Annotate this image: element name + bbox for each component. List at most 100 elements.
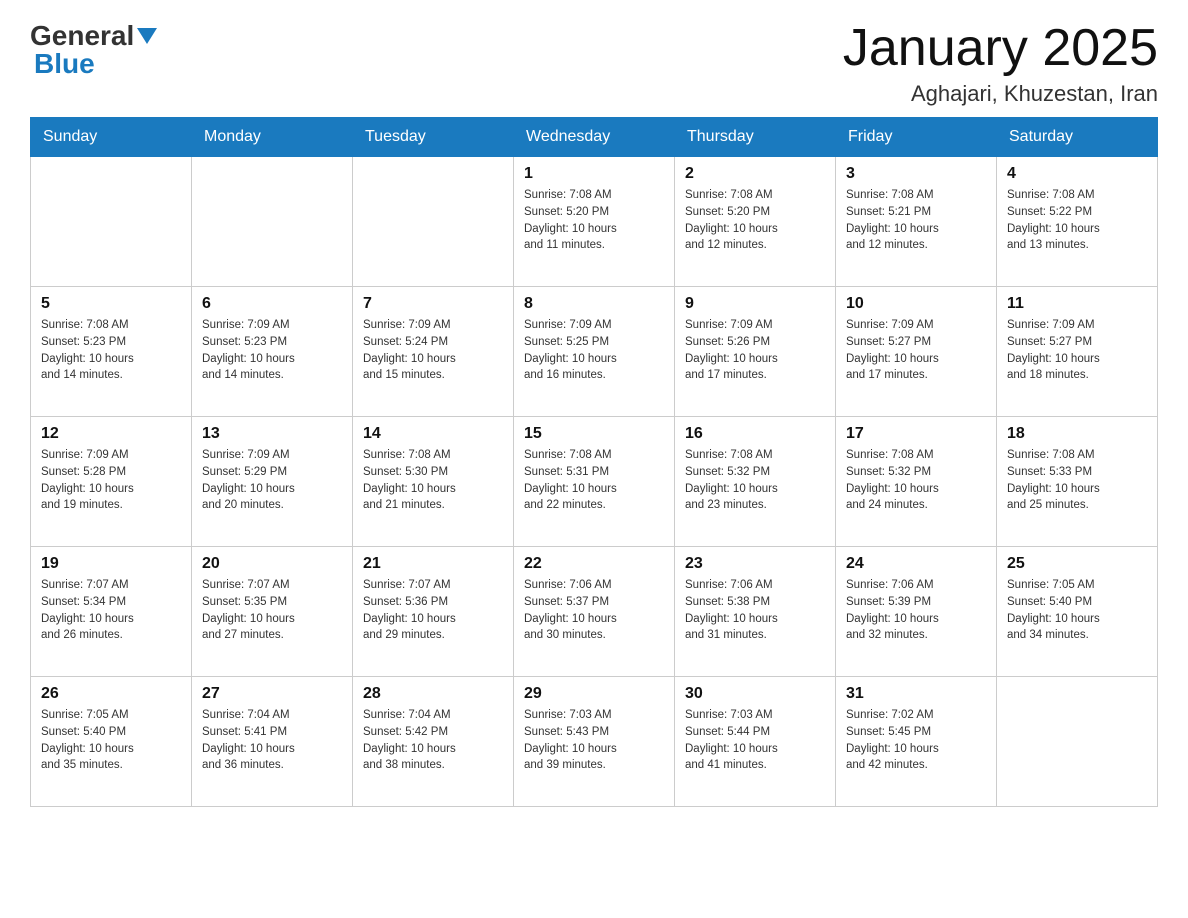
calendar-cell: 1 Sunrise: 7:08 AM Sunset: 5:20 PM Daylig… xyxy=(514,157,675,287)
calendar-cell xyxy=(353,157,514,287)
day-number: 19 xyxy=(41,555,181,573)
day-number: 14 xyxy=(363,425,503,443)
day-number: 13 xyxy=(202,425,342,443)
week-row-4: 19 Sunrise: 7:07 AM Sunset: 5:34 PM Dayli… xyxy=(31,547,1158,677)
logo: General Blue xyxy=(30,20,160,80)
calendar-cell: 11 Sunrise: 7:09 AM Sunset: 5:27 PM Dayli… xyxy=(997,287,1158,417)
day-info: Sunrise: 7:06 AM Sunset: 5:39 PM Dayligh… xyxy=(846,577,986,644)
day-info: Sunrise: 7:04 AM Sunset: 5:42 PM Dayligh… xyxy=(363,707,503,774)
calendar-cell: 6 Sunrise: 7:09 AM Sunset: 5:23 PM Daylig… xyxy=(192,287,353,417)
month-title: January 2025 xyxy=(843,20,1158,77)
title-block: January 2025 Aghajari, Khuzestan, Iran xyxy=(843,20,1158,107)
calendar-cell xyxy=(31,157,192,287)
day-number: 21 xyxy=(363,555,503,573)
calendar-cell: 25 Sunrise: 7:05 AM Sunset: 5:40 PM Dayli… xyxy=(997,547,1158,677)
day-info: Sunrise: 7:09 AM Sunset: 5:23 PM Dayligh… xyxy=(202,317,342,384)
day-number: 18 xyxy=(1007,425,1147,443)
day-info: Sunrise: 7:08 AM Sunset: 5:20 PM Dayligh… xyxy=(524,187,664,254)
day-info: Sunrise: 7:08 AM Sunset: 5:32 PM Dayligh… xyxy=(846,447,986,514)
calendar-cell: 24Sunrise: 7:06 AM Sunset: 5:39 PM Dayli… xyxy=(836,547,997,677)
calendar-cell: 22Sunrise: 7:06 AM Sunset: 5:37 PM Dayli… xyxy=(514,547,675,677)
logo-blue-text: Blue xyxy=(34,48,95,79)
page-header: General Blue January 2025 Aghajari, Khuz… xyxy=(30,20,1158,107)
day-number: 15 xyxy=(524,425,664,443)
day-number: 4 xyxy=(1007,165,1147,183)
calendar-cell: 15 Sunrise: 7:08 AM Sunset: 5:31 PM Dayli… xyxy=(514,417,675,547)
day-number: 7 xyxy=(363,295,503,313)
day-number: 5 xyxy=(41,295,181,313)
day-number: 11 xyxy=(1007,295,1147,313)
day-info: Sunrise: 7:05 AM Sunset: 5:40 PM Dayligh… xyxy=(1007,577,1147,644)
day-info: Sunrise: 7:08 AM Sunset: 5:33 PM Dayligh… xyxy=(1007,447,1147,514)
calendar-cell: 18 Sunrise: 7:08 AM Sunset: 5:33 PM Dayli… xyxy=(997,417,1158,547)
day-number: 2 xyxy=(685,165,825,183)
header-wednesday: Wednesday xyxy=(514,118,675,157)
day-number: 31 xyxy=(846,685,986,703)
calendar-cell: 31 Sunrise: 7:02 AM Sunset: 5:45 PM Dayli… xyxy=(836,677,997,807)
week-row-3: 12Sunrise: 7:09 AM Sunset: 5:28 PM Dayli… xyxy=(31,417,1158,547)
calendar-header: SundayMondayTuesdayWednesdayThursdayFrid… xyxy=(31,118,1158,157)
calendar-cell: 12Sunrise: 7:09 AM Sunset: 5:28 PM Dayli… xyxy=(31,417,192,547)
week-row-1: 1 Sunrise: 7:08 AM Sunset: 5:20 PM Daylig… xyxy=(31,157,1158,287)
day-info: Sunrise: 7:08 AM Sunset: 5:30 PM Dayligh… xyxy=(363,447,503,514)
day-number: 20 xyxy=(202,555,342,573)
day-info: Sunrise: 7:07 AM Sunset: 5:34 PM Dayligh… xyxy=(41,577,181,644)
calendar-cell: 3Sunrise: 7:08 AM Sunset: 5:21 PM Daylig… xyxy=(836,157,997,287)
day-number: 6 xyxy=(202,295,342,313)
day-info: Sunrise: 7:04 AM Sunset: 5:41 PM Dayligh… xyxy=(202,707,342,774)
day-info: Sunrise: 7:09 AM Sunset: 5:29 PM Dayligh… xyxy=(202,447,342,514)
calendar-cell: 21 Sunrise: 7:07 AM Sunset: 5:36 PM Dayli… xyxy=(353,547,514,677)
header-saturday: Saturday xyxy=(997,118,1158,157)
day-number: 23 xyxy=(685,555,825,573)
calendar-cell xyxy=(192,157,353,287)
day-number: 12 xyxy=(41,425,181,443)
day-info: Sunrise: 7:07 AM Sunset: 5:36 PM Dayligh… xyxy=(363,577,503,644)
day-info: Sunrise: 7:06 AM Sunset: 5:38 PM Dayligh… xyxy=(685,577,825,644)
day-number: 9 xyxy=(685,295,825,313)
day-info: Sunrise: 7:09 AM Sunset: 5:27 PM Dayligh… xyxy=(846,317,986,384)
day-info: Sunrise: 7:09 AM Sunset: 5:27 PM Dayligh… xyxy=(1007,317,1147,384)
day-info: Sunrise: 7:08 AM Sunset: 5:31 PM Dayligh… xyxy=(524,447,664,514)
day-info: Sunrise: 7:08 AM Sunset: 5:20 PM Dayligh… xyxy=(685,187,825,254)
calendar-cell: 29 Sunrise: 7:03 AM Sunset: 5:43 PM Dayli… xyxy=(514,677,675,807)
calendar-cell xyxy=(997,677,1158,807)
calendar-cell: 27Sunrise: 7:04 AM Sunset: 5:41 PM Dayli… xyxy=(192,677,353,807)
day-info: Sunrise: 7:08 AM Sunset: 5:23 PM Dayligh… xyxy=(41,317,181,384)
header-sunday: Sunday xyxy=(31,118,192,157)
day-info: Sunrise: 7:09 AM Sunset: 5:25 PM Dayligh… xyxy=(524,317,664,384)
day-number: 1 xyxy=(524,165,664,183)
day-info: Sunrise: 7:08 AM Sunset: 5:21 PM Dayligh… xyxy=(846,187,986,254)
week-row-5: 26 Sunrise: 7:05 AM Sunset: 5:40 PM Dayli… xyxy=(31,677,1158,807)
calendar-cell: 30Sunrise: 7:03 AM Sunset: 5:44 PM Dayli… xyxy=(675,677,836,807)
day-number: 29 xyxy=(524,685,664,703)
day-info: Sunrise: 7:09 AM Sunset: 5:24 PM Dayligh… xyxy=(363,317,503,384)
header-friday: Friday xyxy=(836,118,997,157)
calendar-cell: 7 Sunrise: 7:09 AM Sunset: 5:24 PM Daylig… xyxy=(353,287,514,417)
calendar-cell: 4 Sunrise: 7:08 AM Sunset: 5:22 PM Daylig… xyxy=(997,157,1158,287)
day-number: 17 xyxy=(846,425,986,443)
day-number: 26 xyxy=(41,685,181,703)
calendar-cell: 13 Sunrise: 7:09 AM Sunset: 5:29 PM Dayli… xyxy=(192,417,353,547)
calendar-cell: 28 Sunrise: 7:04 AM Sunset: 5:42 PM Dayli… xyxy=(353,677,514,807)
calendar-table: SundayMondayTuesdayWednesdayThursdayFrid… xyxy=(30,117,1158,807)
calendar-cell: 19 Sunrise: 7:07 AM Sunset: 5:34 PM Dayli… xyxy=(31,547,192,677)
day-number: 28 xyxy=(363,685,503,703)
day-number: 25 xyxy=(1007,555,1147,573)
location-subtitle: Aghajari, Khuzestan, Iran xyxy=(843,81,1158,107)
day-info: Sunrise: 7:03 AM Sunset: 5:44 PM Dayligh… xyxy=(685,707,825,774)
day-info: Sunrise: 7:08 AM Sunset: 5:22 PM Dayligh… xyxy=(1007,187,1147,254)
calendar-cell: 20 Sunrise: 7:07 AM Sunset: 5:35 PM Dayli… xyxy=(192,547,353,677)
day-info: Sunrise: 7:06 AM Sunset: 5:37 PM Dayligh… xyxy=(524,577,664,644)
day-info: Sunrise: 7:05 AM Sunset: 5:40 PM Dayligh… xyxy=(41,707,181,774)
header-tuesday: Tuesday xyxy=(353,118,514,157)
day-info: Sunrise: 7:03 AM Sunset: 5:43 PM Dayligh… xyxy=(524,707,664,774)
day-info: Sunrise: 7:07 AM Sunset: 5:35 PM Dayligh… xyxy=(202,577,342,644)
calendar-cell: 26 Sunrise: 7:05 AM Sunset: 5:40 PM Dayli… xyxy=(31,677,192,807)
day-info: Sunrise: 7:02 AM Sunset: 5:45 PM Dayligh… xyxy=(846,707,986,774)
week-row-2: 5 Sunrise: 7:08 AM Sunset: 5:23 PM Daylig… xyxy=(31,287,1158,417)
day-number: 16 xyxy=(685,425,825,443)
calendar-cell: 14 Sunrise: 7:08 AM Sunset: 5:30 PM Dayli… xyxy=(353,417,514,547)
calendar-cell: 17 Sunrise: 7:08 AM Sunset: 5:32 PM Dayli… xyxy=(836,417,997,547)
logo-triangle-icon xyxy=(137,28,157,44)
calendar-cell: 9Sunrise: 7:09 AM Sunset: 5:26 PM Daylig… xyxy=(675,287,836,417)
